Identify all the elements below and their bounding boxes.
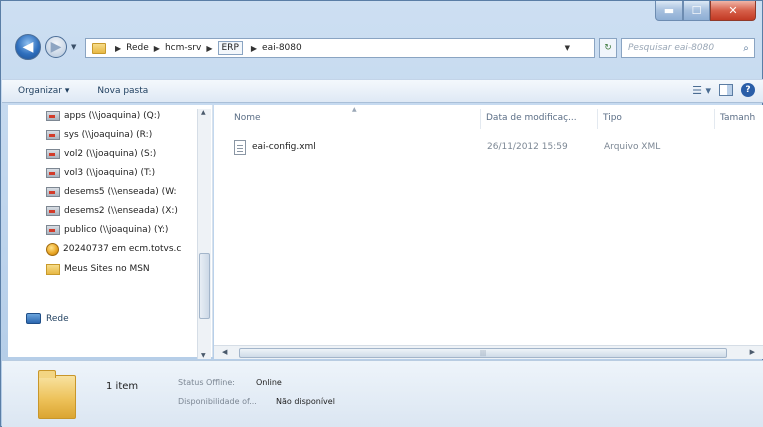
nav-item-drive-q[interactable]: apps (\\joaquina) (Q:) xyxy=(46,107,160,125)
back-button[interactable]: ◀ xyxy=(15,34,41,60)
nav-item-msn-sites[interactable]: Meus Sites no MSN xyxy=(46,260,150,278)
breadcrumb-rede[interactable]: Rede xyxy=(126,43,149,53)
column-divider[interactable] xyxy=(480,109,481,129)
column-header-date[interactable]: Data de modificaç... xyxy=(486,113,577,123)
nav-item-label: apps (\\joaquina) (Q:) xyxy=(64,111,161,121)
organize-button[interactable]: Organizar ▾ xyxy=(14,84,73,98)
network-icon xyxy=(26,313,41,324)
network-drive-icon xyxy=(46,111,60,121)
item-count: 1 item xyxy=(106,381,139,392)
breadcrumb-eai-8080[interactable]: eai-8080 xyxy=(262,43,302,53)
scroll-down-icon[interactable]: ▼ xyxy=(201,352,206,359)
breadcrumb-erp[interactable]: ERP xyxy=(217,41,243,55)
search-input[interactable]: Pesquisar eai-8080 xyxy=(628,43,738,53)
column-header-type[interactable]: Tipo xyxy=(603,113,622,123)
offline-status-label: Status Offline: xyxy=(178,378,235,387)
nav-item-drive-x[interactable]: desems2 (\\enseada) (X:) xyxy=(46,202,178,220)
nav-item-label: desems5 (\\enseada) (W: xyxy=(64,187,177,197)
refresh-icon: ↻ xyxy=(604,43,612,53)
caption-buttons: ▬ ☐ ✕ xyxy=(655,1,756,23)
scroll-left-icon[interactable]: ◀ xyxy=(222,348,227,356)
command-bar: Organizar ▾ Nova pasta ☰ ▾ ? xyxy=(2,79,763,103)
nav-item-label: 20240737 em ecm.totvs.c xyxy=(63,244,182,254)
scroll-up-icon[interactable]: ▲ xyxy=(201,109,206,116)
nav-item-drive-w[interactable]: desems5 (\\enseada) (W: xyxy=(46,183,177,201)
view-controls: ☰ ▾ ? xyxy=(692,83,755,97)
arrow-right-icon: ▶ xyxy=(50,39,62,55)
close-button[interactable]: ✕ xyxy=(710,1,756,21)
forward-button[interactable]: ▶ xyxy=(45,36,67,58)
column-divider[interactable] xyxy=(714,109,715,129)
scrollbar-thumb[interactable] xyxy=(199,253,210,319)
network-drive-icon xyxy=(46,149,60,159)
nav-item-label: Meus Sites no MSN xyxy=(64,264,150,274)
navigation-row: ◀ ▶ ▼ ▶ Rede ▶ hcm-srv ▶ ERP ▶ eai-8080 … xyxy=(1,31,762,65)
scroll-right-icon[interactable]: ▶ xyxy=(750,348,755,356)
nav-item-network[interactable]: Rede xyxy=(26,313,69,324)
xml-file-icon xyxy=(234,140,246,155)
details-pane: 1 item Status Offline: Online Disponibil… xyxy=(2,360,763,427)
nav-item-web-location[interactable]: 20240737 em ecm.totvs.c xyxy=(46,240,181,258)
views-icon[interactable]: ☰ ▾ xyxy=(692,84,711,97)
scrollbar-thumb[interactable]: ||| xyxy=(239,348,727,358)
nav-item-label: sys (\\joaquina) (R:) xyxy=(64,130,153,140)
chevron-down-icon[interactable]: ▼ xyxy=(565,44,570,52)
file-list: ▲ Nome Data de modificaç... Tipo Tamanh … xyxy=(214,105,763,357)
explorer-window: ▬ ☐ ✕ ◀ ▶ ▼ ▶ Rede ▶ hcm-srv ▶ ERP ▶ eai… xyxy=(0,0,763,427)
address-bar[interactable]: ▶ Rede ▶ hcm-srv ▶ ERP ▶ eai-8080 ▼ xyxy=(85,38,595,58)
globe-icon xyxy=(46,242,59,256)
column-header-size[interactable]: Tamanh xyxy=(720,113,755,123)
navigation-pane-scrollbar[interactable]: ▲ ▼ xyxy=(197,109,211,359)
file-modified: 26/11/2012 15:59 xyxy=(487,142,568,152)
network-drive-icon xyxy=(46,187,60,197)
file-row[interactable]: eai-config.xml 26/11/2012 15:59 Arquivo … xyxy=(234,139,754,157)
folder-icon xyxy=(92,42,106,54)
column-header-name[interactable]: Nome xyxy=(234,113,261,123)
network-drive-icon xyxy=(46,225,60,235)
search-box[interactable]: Pesquisar eai-8080 ⌕ xyxy=(621,38,755,58)
column-divider[interactable] xyxy=(597,109,598,129)
navigation-pane: apps (\\joaquina) (Q:) sys (\\joaquina) … xyxy=(8,105,213,357)
nav-item-drive-s[interactable]: vol2 (\\joaquina) (S:) xyxy=(46,145,156,163)
offline-status-value: Online xyxy=(256,378,282,387)
nav-item-drive-r[interactable]: sys (\\joaquina) (R:) xyxy=(46,126,152,144)
search-icon[interactable]: ⌕ xyxy=(738,43,754,54)
chevron-right-icon[interactable]: ▶ xyxy=(206,44,212,53)
file-type: Arquivo XML xyxy=(604,142,661,152)
nav-item-label: publico (\\joaquina) (Y:) xyxy=(64,225,169,235)
preview-pane-icon[interactable] xyxy=(719,84,733,96)
network-drive-icon xyxy=(46,206,60,216)
maximize-button[interactable]: ☐ xyxy=(683,1,710,21)
availability-value: Não disponível xyxy=(276,397,335,406)
chevron-right-icon[interactable]: ▶ xyxy=(251,44,257,53)
minimize-button[interactable]: ▬ xyxy=(655,1,683,21)
help-icon[interactable]: ? xyxy=(741,83,755,97)
nav-item-label: vol2 (\\joaquina) (S:) xyxy=(64,149,157,159)
folder-icon xyxy=(46,263,60,275)
nav-item-label: vol3 (\\joaquina) (T:) xyxy=(64,168,156,178)
file-name: eai-config.xml xyxy=(252,142,316,152)
file-list-scrollbar[interactable]: ◀ ||| ▶ xyxy=(214,345,763,359)
nav-item-label: Rede xyxy=(46,313,69,324)
grip-icon: ||| xyxy=(480,350,487,357)
breadcrumb-hcm-srv[interactable]: hcm-srv xyxy=(165,43,201,53)
arrow-left-icon: ◀ xyxy=(22,39,34,55)
nav-item-drive-t[interactable]: vol3 (\\joaquina) (T:) xyxy=(46,164,155,182)
network-drive-icon xyxy=(46,130,60,140)
chevron-right-icon[interactable]: ▶ xyxy=(154,44,160,53)
network-drive-icon xyxy=(46,168,60,178)
new-folder-button[interactable]: Nova pasta xyxy=(93,84,152,98)
availability-label: Disponibilidade of... xyxy=(178,397,257,406)
recent-pages-dropdown[interactable]: ▼ xyxy=(71,43,76,51)
refresh-button[interactable]: ↻ xyxy=(599,38,617,58)
nav-item-label: desems2 (\\enseada) (X:) xyxy=(64,206,178,216)
nav-item-drive-y[interactable]: publico (\\joaquina) (Y:) xyxy=(46,221,168,239)
sort-up-icon: ▲ xyxy=(352,106,357,113)
folder-icon xyxy=(38,370,76,419)
chevron-right-icon[interactable]: ▶ xyxy=(115,44,121,53)
